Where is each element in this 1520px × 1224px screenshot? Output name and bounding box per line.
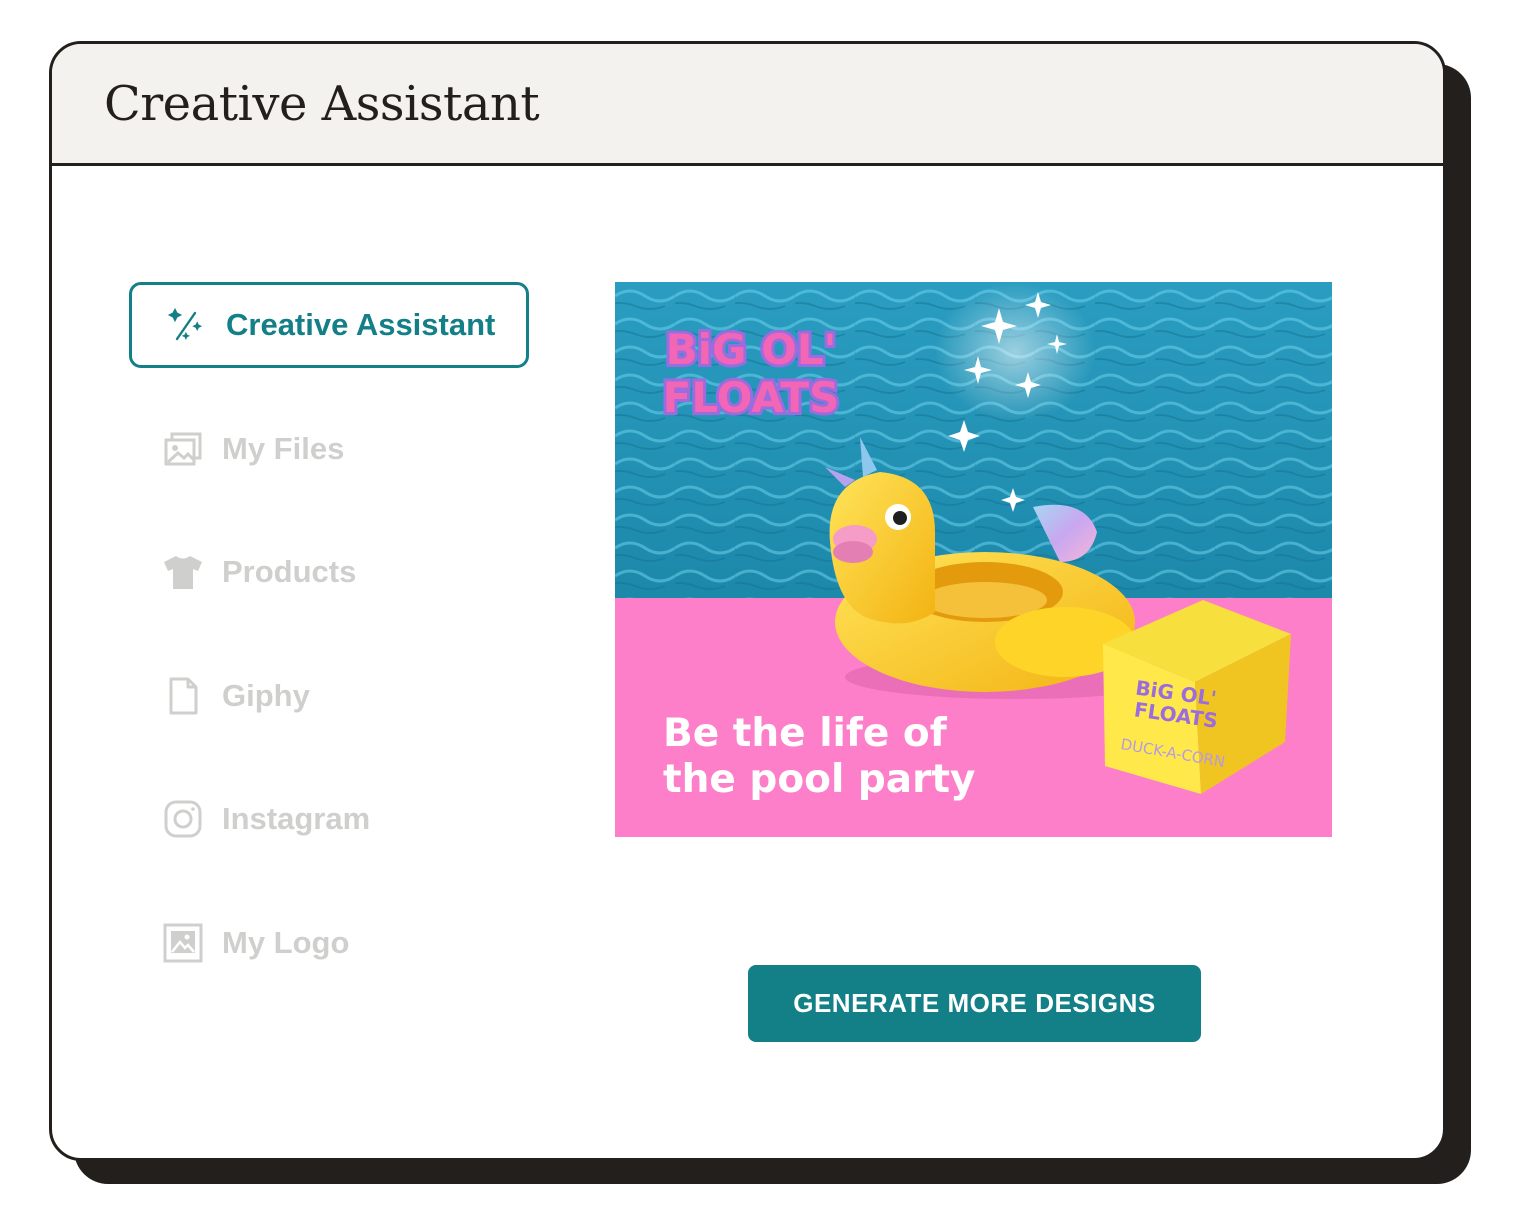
- tshirt-icon: [162, 551, 204, 593]
- headline-line-2: the pool party: [663, 757, 975, 802]
- app-window: Creative Assistant Creative Assistant My…: [49, 41, 1446, 1161]
- image-icon: [162, 922, 204, 964]
- headline-line-1: Be the life of: [663, 711, 948, 756]
- title-bar: Creative Assistant: [52, 44, 1443, 166]
- sidebar-item-label: Giphy: [222, 678, 310, 713]
- sidebar-item-label: Products: [222, 554, 357, 589]
- generate-more-designs-button[interactable]: GENERATE MORE DESIGNS: [748, 965, 1201, 1042]
- app-title: Creative Assistant: [104, 75, 540, 132]
- instagram-icon: [162, 798, 204, 840]
- design-preview[interactable]: BiG OL' FLOATS BiG OL' FLOATS DUCK-A-COR…: [615, 282, 1332, 837]
- design-preview-art: BiG OL' FLOATS BiG OL' FLOATS DUCK-A-COR…: [615, 282, 1332, 837]
- brand-logo-line-1: BiG OL': [666, 325, 837, 374]
- sidebar-item-label: My Logo: [222, 925, 350, 960]
- sidebar-item-instagram[interactable]: Instagram: [162, 794, 370, 844]
- sidebar-item-my-logo[interactable]: My Logo: [162, 918, 349, 968]
- sidebar-item-label: Instagram: [222, 801, 371, 836]
- brand-logo-line-2: FLOATS: [663, 373, 840, 422]
- sidebar-item-creative-assistant[interactable]: Creative Assistant: [129, 282, 529, 368]
- document-icon: [162, 675, 204, 717]
- sidebar-item-label: Creative Assistant: [226, 307, 496, 342]
- magic-wand-icon: [164, 304, 206, 346]
- sidebar-item-my-files[interactable]: My Files: [162, 424, 344, 474]
- sidebar-item-label: My Files: [222, 431, 345, 466]
- sidebar-item-giphy[interactable]: Giphy: [162, 671, 310, 721]
- images-icon: [162, 428, 204, 470]
- sidebar-item-products[interactable]: Products: [162, 547, 356, 597]
